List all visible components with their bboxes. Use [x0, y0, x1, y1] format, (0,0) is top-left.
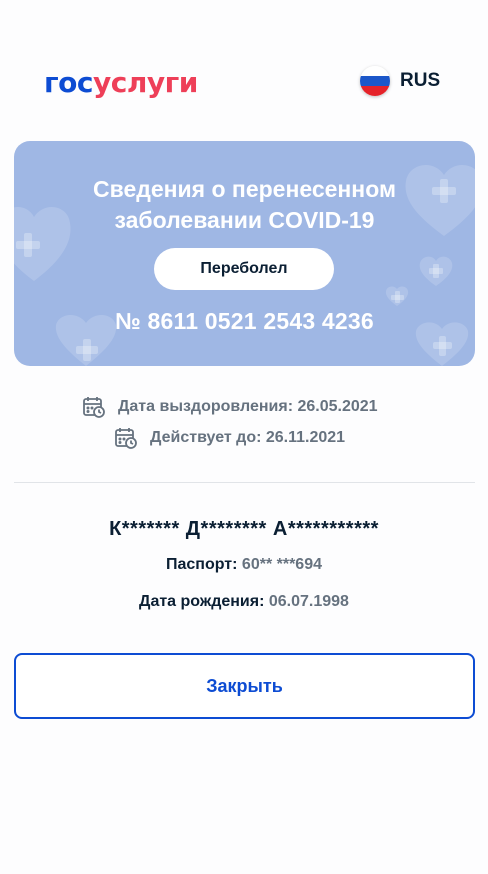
calendar-clock-icon	[83, 397, 105, 418]
gosuslugi-logo[interactable]: госуслуги	[44, 66, 198, 99]
calendar-clock-icon	[115, 428, 137, 449]
status-badge: Переболел	[154, 248, 334, 290]
birth-date-value: 06.07.1998	[268, 593, 349, 610]
birth-date-row: Дата рождения: 06.07.1998	[0, 593, 488, 611]
passport-row: Паспорт: 60** ***694	[0, 556, 488, 574]
birth-date-label: Дата рождения:	[139, 593, 265, 610]
logo-text-gos: гос	[44, 66, 93, 99]
valid-until-row: Действует до: 26.11.2021	[114, 426, 345, 450]
covid-certificate-page: госуслуги RUS Сведения о перенесенном за…	[0, 0, 488, 874]
certificate-number: № 8611 0521 2543 4236	[115, 308, 374, 334]
close-button-label: Закрыть	[206, 675, 283, 696]
certificate-card: Сведения о перенесенном заболевании COVI…	[14, 141, 475, 366]
recovery-date-text: Дата выздоровления: 26.05.2021	[118, 398, 378, 415]
logo-text-uslugi: услуги	[92, 66, 198, 99]
passport-label: Паспорт:	[166, 556, 238, 573]
person-name: К******* Д******** А***********	[109, 518, 379, 540]
certificate-title-line1: Сведения о перенесенном	[93, 176, 396, 202]
passport-value: 60** ***694	[241, 556, 322, 573]
russia-flag-icon	[360, 66, 390, 96]
recovery-date-row: Дата выздоровления: 26.05.2021	[82, 395, 378, 419]
certificate-title-line2: заболевании COVID-19	[114, 207, 375, 233]
divider	[14, 482, 475, 483]
certificate-title: Сведения о перенесенном заболевании COVI…	[14, 174, 475, 236]
language-switcher[interactable]: RUS	[360, 66, 440, 96]
valid-until-text: Действует до: 26.11.2021	[150, 429, 346, 446]
language-label: RUS	[400, 70, 441, 91]
close-button[interactable]: Закрыть	[14, 653, 475, 719]
